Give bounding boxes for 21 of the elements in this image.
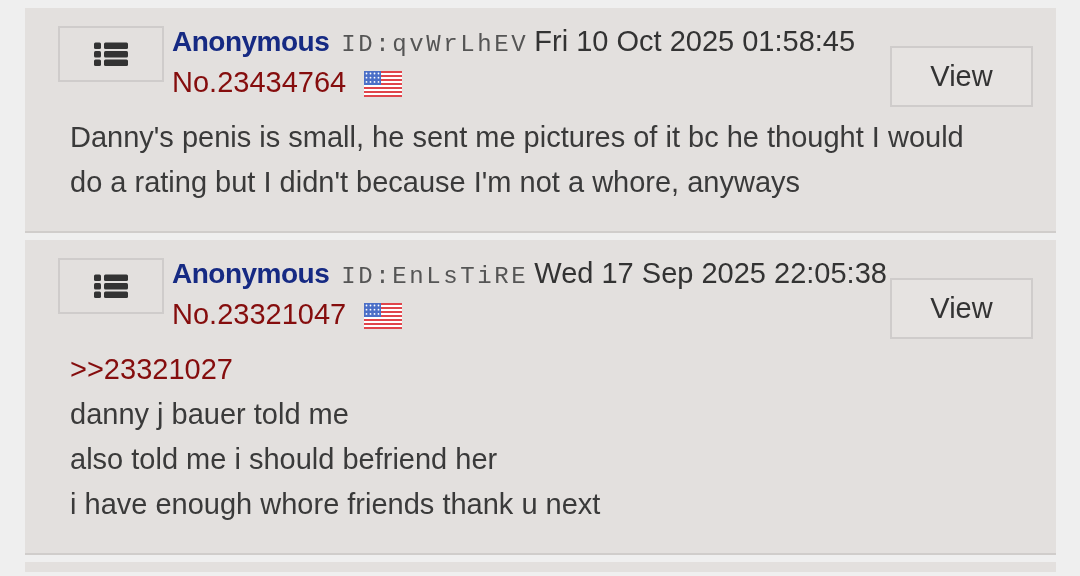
menu-button[interactable]	[58, 26, 164, 82]
post-text: danny j bauer told me	[70, 397, 350, 432]
post-text: Danny's penis is small, he sent me pictures of it bc he thought I would do a rating but I didn't because I'm not a whore, anyways	[70, 120, 965, 200]
post-date: Wed 17 Sep 2025 22:05:38	[534, 257, 887, 290]
post-text: also told me i should befriend her	[70, 442, 499, 477]
poster-name: Anonymous	[172, 258, 330, 290]
poster-id: ID:EnLsTiRE	[341, 263, 529, 290]
poster-name: Anonymous	[172, 26, 330, 58]
post-number[interactable]: No.23434764	[172, 66, 347, 99]
list-icon	[94, 273, 128, 299]
post-text: i have enough whore friends thank u next	[70, 487, 602, 522]
view-button[interactable]: View	[890, 46, 1033, 107]
post-date: Fri 10 Oct 2025 01:58:45	[534, 25, 856, 58]
post-number[interactable]: No.23321047	[172, 298, 347, 331]
flag-icon	[364, 303, 403, 329]
menu-button[interactable]	[58, 258, 164, 314]
view-button[interactable]: View	[890, 278, 1033, 339]
poster-id: ID:qvWrLhEV	[341, 31, 529, 58]
quote-link[interactable]: >>23321027	[70, 347, 985, 392]
flag-icon	[364, 71, 403, 97]
list-icon	[94, 41, 128, 67]
